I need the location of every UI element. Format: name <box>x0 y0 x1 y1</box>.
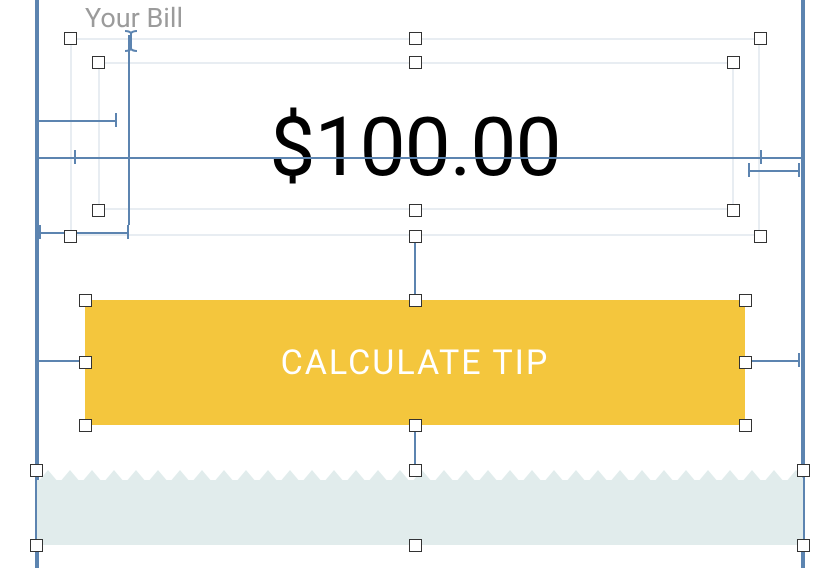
selection-handle[interactable] <box>739 419 752 432</box>
constraint-line <box>37 360 85 362</box>
selection-handle[interactable] <box>739 356 752 369</box>
design-canvas[interactable]: Your Bill $100.00 CALCULATE TIP <box>0 0 830 568</box>
selection-handle[interactable] <box>754 32 767 45</box>
constraint-line <box>39 120 117 122</box>
selection-handle[interactable] <box>30 539 43 552</box>
constraint-tick <box>760 150 762 164</box>
selection-handle[interactable] <box>64 230 77 243</box>
constraint-tick <box>74 150 76 164</box>
selection-handle[interactable] <box>92 56 105 69</box>
constraint-line-v <box>128 35 130 225</box>
selection-handle[interactable] <box>409 230 422 243</box>
selection-handle[interactable] <box>409 539 422 552</box>
receipt-background <box>37 480 803 545</box>
selection-handle[interactable] <box>92 204 105 217</box>
bill-amount-value[interactable]: $100.00 <box>85 100 745 196</box>
constraint-line <box>39 232 129 234</box>
selection-handle[interactable] <box>30 464 43 477</box>
selection-handle[interactable] <box>409 464 422 477</box>
constraint-tick <box>748 163 750 177</box>
selection-handle[interactable] <box>409 419 422 432</box>
constraint-tick <box>39 225 41 239</box>
selection-handle[interactable] <box>739 294 752 307</box>
constraint-tick <box>127 225 129 239</box>
calculate-tip-button[interactable]: CALCULATE TIP <box>85 300 745 425</box>
selection-handle[interactable] <box>754 230 767 243</box>
selection-handle[interactable] <box>727 56 740 69</box>
selection-handle[interactable] <box>409 294 422 307</box>
selection-handle[interactable] <box>797 539 810 552</box>
selection-handle[interactable] <box>727 204 740 217</box>
selection-handle[interactable] <box>409 204 422 217</box>
selection-handle[interactable] <box>409 32 422 45</box>
selection-handle[interactable] <box>79 419 92 432</box>
constraint-line <box>748 170 800 172</box>
constraint-line <box>748 360 800 362</box>
selection-handle[interactable] <box>797 464 810 477</box>
constraint-tick <box>798 163 800 177</box>
selection-handle[interactable] <box>79 294 92 307</box>
bill-input-group[interactable]: $100.00 <box>85 60 745 220</box>
constraint-tick <box>115 113 117 127</box>
selection-handle[interactable] <box>64 32 77 45</box>
selection-handle[interactable] <box>409 56 422 69</box>
constraint-line <box>37 157 803 159</box>
text-cursor-icon <box>122 30 140 52</box>
selection-handle[interactable] <box>79 356 92 369</box>
constraint-line-v <box>414 235 416 300</box>
constraint-tick <box>798 353 800 367</box>
calculate-tip-label: CALCULATE TIP <box>281 343 550 383</box>
constraint-tick <box>37 353 39 367</box>
